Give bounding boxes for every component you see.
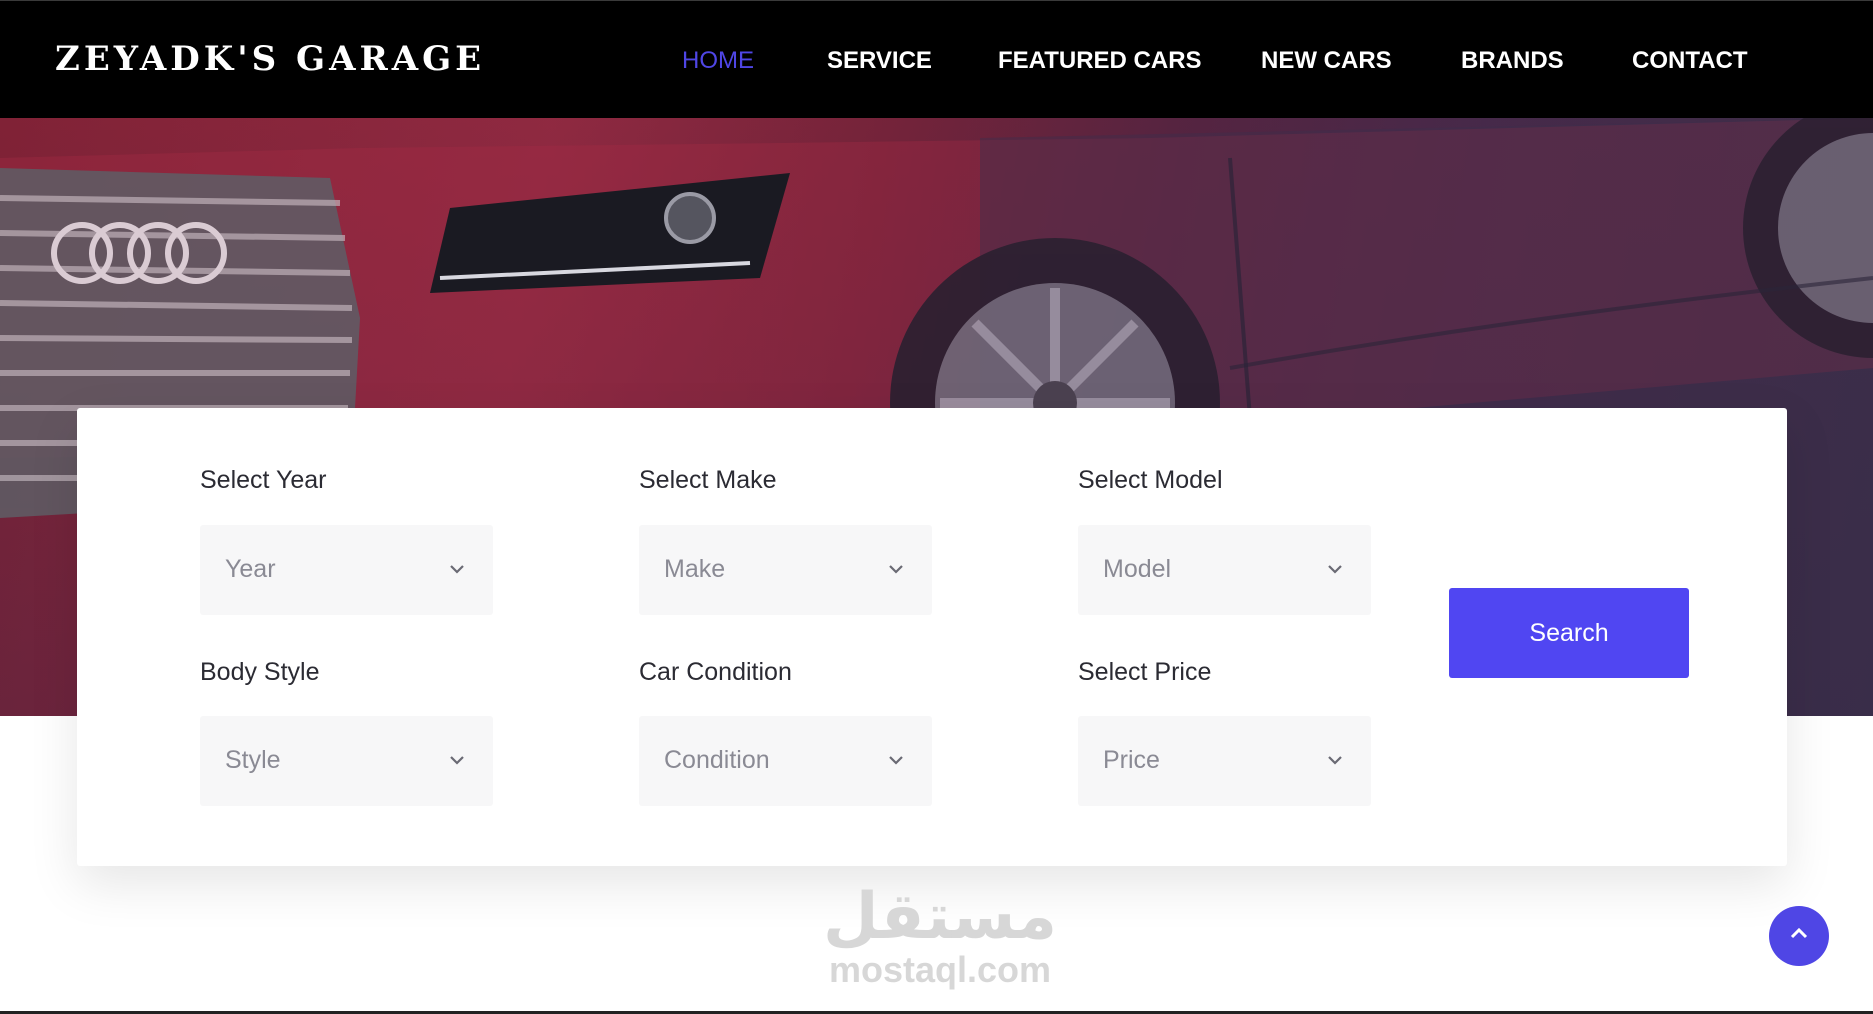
chevron-up-icon xyxy=(1790,927,1808,939)
site-header: ZEYADK'S GARAGE HOME SERVICE FEATURED CA… xyxy=(0,0,1873,118)
condition-select-value: Condition xyxy=(664,746,770,774)
mostaql-watermark: مستقل mostaql.com xyxy=(820,884,1060,990)
back-to-top-button[interactable] xyxy=(1769,906,1829,966)
nav-new-cars[interactable]: NEW CARS xyxy=(1261,47,1392,75)
year-select[interactable]: Year xyxy=(200,525,493,615)
condition-select[interactable]: Condition xyxy=(639,716,932,806)
condition-label: Car Condition xyxy=(639,658,792,686)
main-nav: HOME SERVICE FEATURED CARS NEW CARS BRAN… xyxy=(0,47,1873,77)
body-style-select-value: Style xyxy=(225,746,281,774)
chevron-down-icon xyxy=(1328,756,1342,765)
watermark-arabic: مستقل xyxy=(822,880,1058,954)
chevron-down-icon xyxy=(889,756,903,765)
year-select-value: Year xyxy=(225,555,276,583)
make-label: Select Make xyxy=(639,466,777,494)
chevron-down-icon xyxy=(450,756,464,765)
price-label: Select Price xyxy=(1078,658,1212,686)
body-style-select[interactable]: Style xyxy=(200,716,493,806)
model-select[interactable]: Model xyxy=(1078,525,1371,615)
chevron-down-icon xyxy=(1328,565,1342,574)
nav-home[interactable]: HOME xyxy=(682,47,754,75)
model-select-value: Model xyxy=(1103,555,1172,583)
nav-service[interactable]: SERVICE xyxy=(827,47,932,75)
body-style-label: Body Style xyxy=(200,658,320,686)
model-label: Select Model xyxy=(1078,466,1223,494)
make-select-value: Make xyxy=(664,555,726,583)
search-button[interactable]: Search xyxy=(1449,588,1689,678)
chevron-down-icon xyxy=(450,565,464,574)
nav-contact[interactable]: CONTACT xyxy=(1632,47,1748,75)
price-select-value: Price xyxy=(1103,746,1160,774)
make-select[interactable]: Make xyxy=(639,525,932,615)
chevron-down-icon xyxy=(889,565,903,574)
watermark-latin: mostaql.com xyxy=(828,949,1052,990)
year-label: Select Year xyxy=(200,466,327,494)
nav-featured-cars[interactable]: FEATURED CARS xyxy=(998,47,1202,75)
nav-brands[interactable]: BRANDS xyxy=(1461,47,1564,75)
price-select[interactable]: Price xyxy=(1078,716,1371,806)
car-search-card: Select Year Year Select Make Make Select… xyxy=(77,408,1787,866)
